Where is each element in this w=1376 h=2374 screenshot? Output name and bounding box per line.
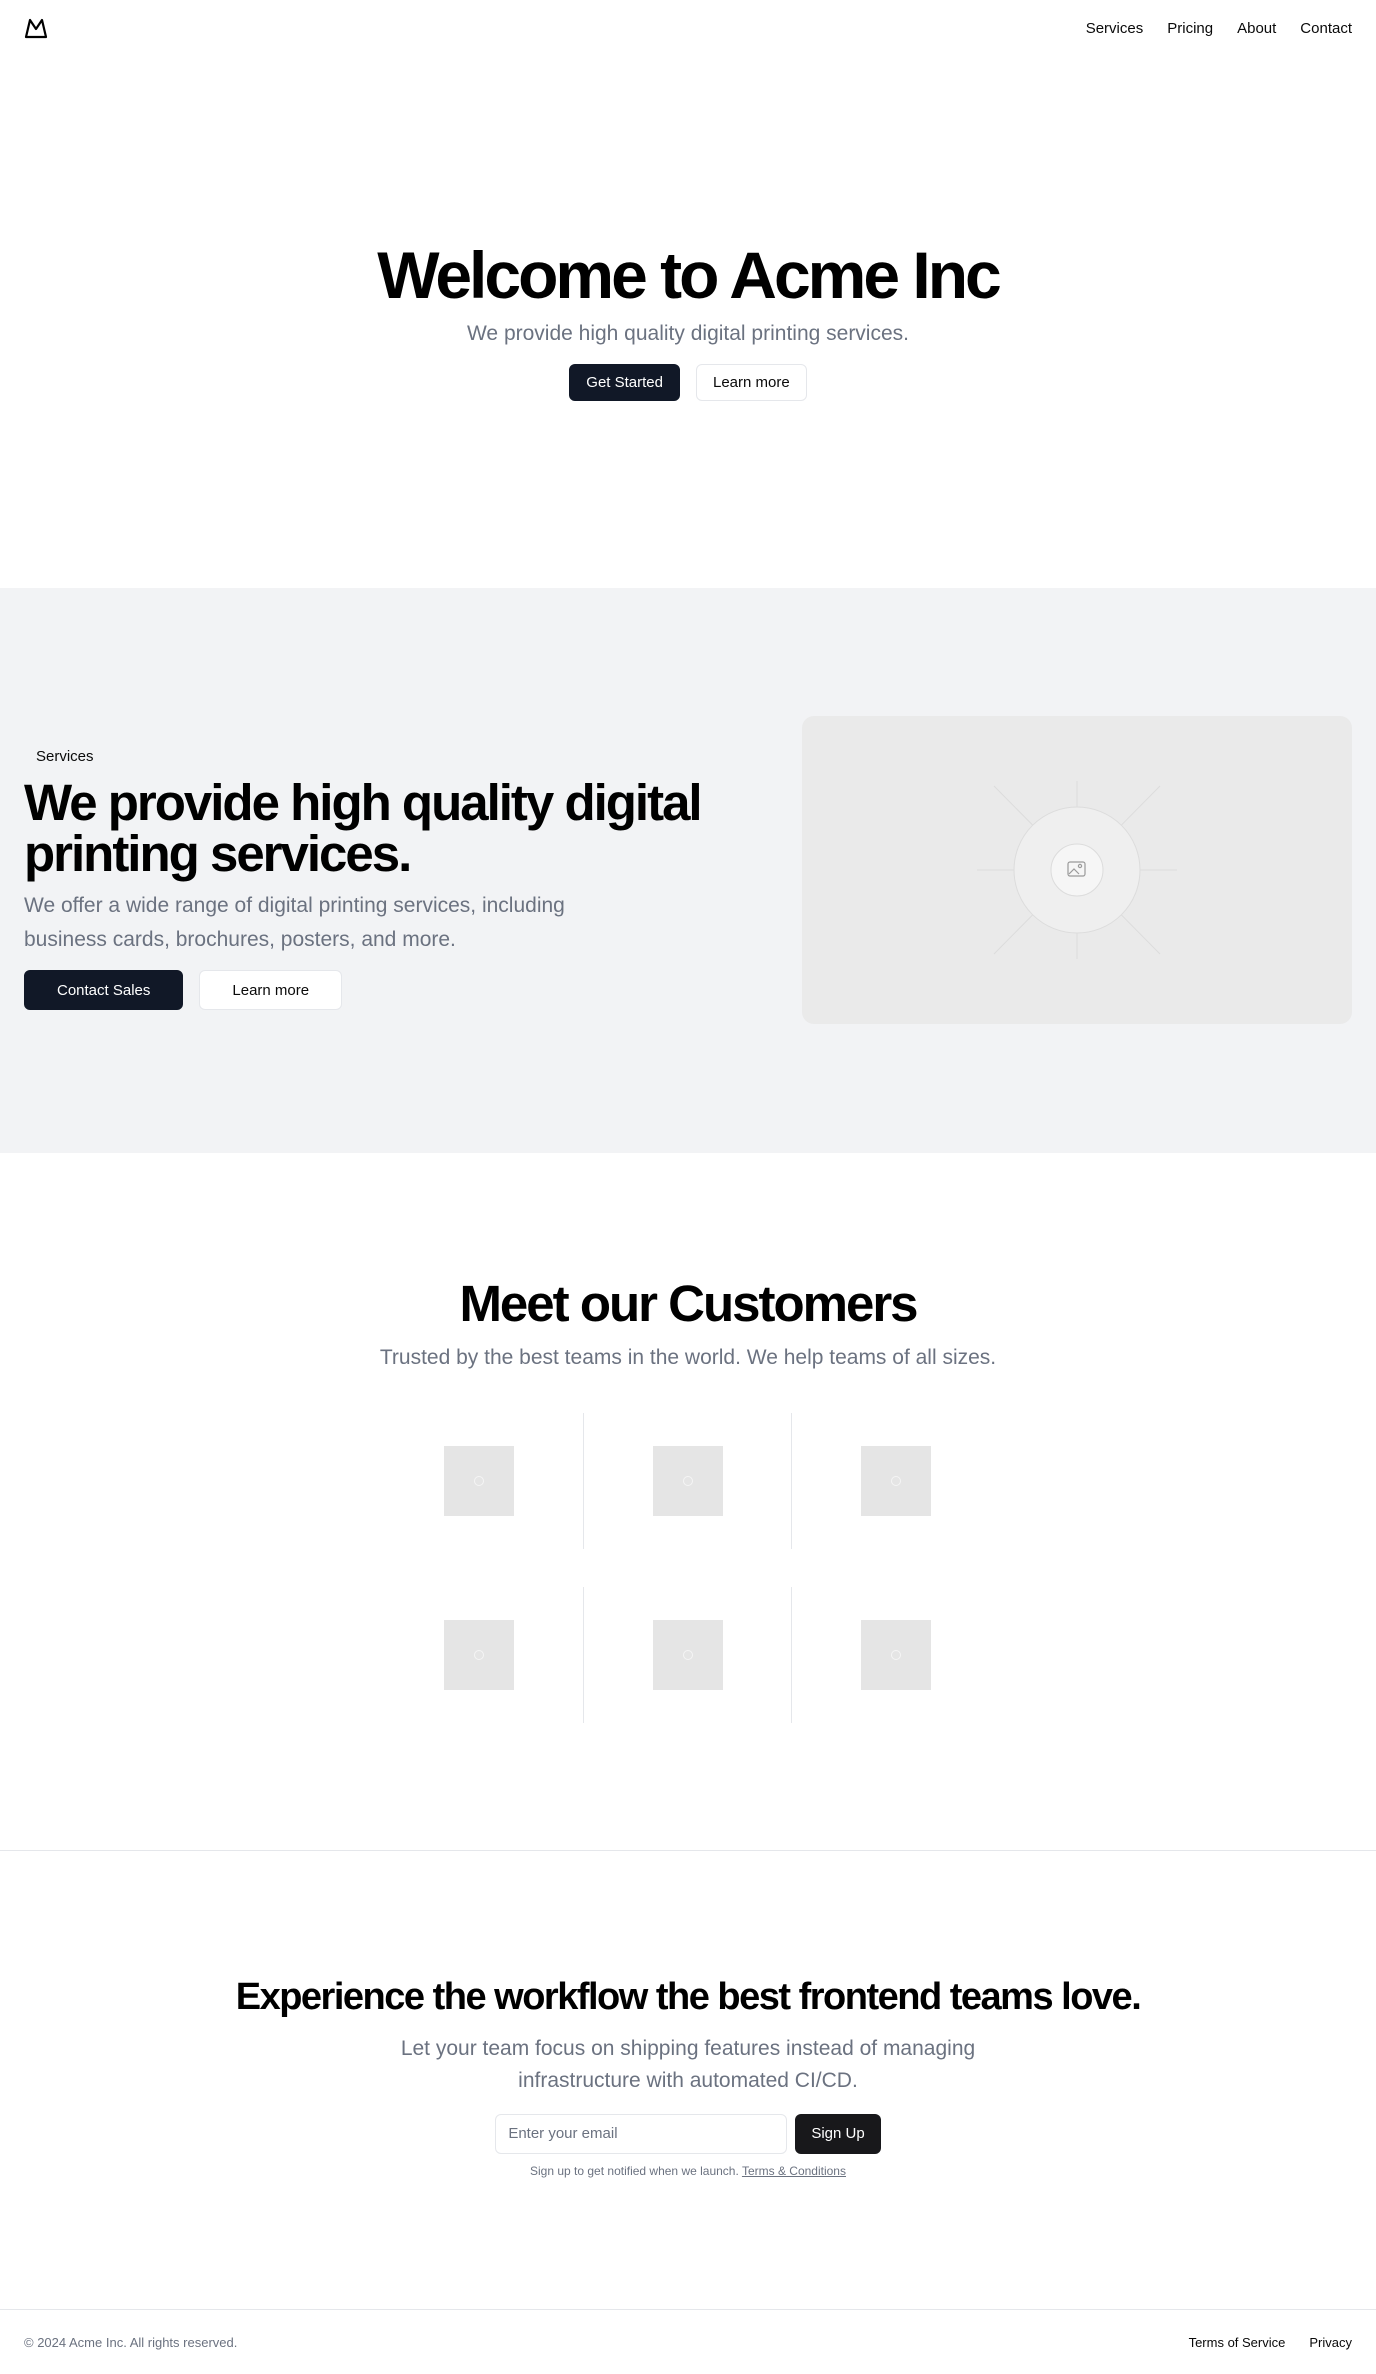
- services-buttons: Contact Sales Learn more: [24, 970, 704, 1011]
- nav-link-about[interactable]: About: [1237, 20, 1276, 37]
- logo-cell: [375, 1587, 583, 1723]
- customers-title: Meet our Customers: [459, 1275, 918, 1332]
- cta-title: Experience the workflow the best fronten…: [235, 1976, 1142, 2018]
- customer-logo: [444, 1620, 514, 1690]
- email-input[interactable]: [495, 2113, 788, 2154]
- cta-subtitle: Let your team focus on shipping features…: [400, 2036, 976, 2093]
- logo-cell: [583, 1587, 791, 1723]
- services-content: Services We provide high quality digital…: [24, 744, 704, 1011]
- contact-sales-button[interactable]: Contact Sales: [24, 970, 184, 1011]
- site-footer: © 2024 Acme Inc. All rights reserved. Te…: [0, 2309, 1376, 2374]
- terms-of-service-link[interactable]: Terms of Service: [1189, 2335, 1286, 2350]
- image-placeholder-icon: [977, 781, 1177, 959]
- terms-conditions-link[interactable]: Terms & Conditions: [742, 2164, 846, 2178]
- site-header: Services Pricing About Contact: [0, 0, 1376, 56]
- customer-logo: [860, 1446, 931, 1516]
- customer-logo: [652, 1620, 723, 1690]
- logo-row: [375, 1413, 1000, 1549]
- logo-cell: [375, 1413, 583, 1549]
- customers-section: Meet our Customers Trusted by the best t…: [0, 1153, 1376, 1850]
- customer-logo: [444, 1446, 514, 1516]
- services-title: We provide high quality digital printing…: [24, 774, 703, 882]
- nav-link-services[interactable]: Services: [1086, 20, 1144, 37]
- signup-fine-print: Sign up to get notified when we launch. …: [530, 2164, 846, 2178]
- services-description: We offer a wide range of digital printin…: [24, 894, 565, 951]
- hero-title: Welcome to Acme Inc: [377, 238, 1002, 312]
- placeholder-icon: [474, 1650, 484, 1660]
- customer-logo-grid: [375, 1413, 1000, 1761]
- signup-form: Sign Up: [495, 2113, 881, 2154]
- hero-section: Welcome to Acme Inc We provide high qual…: [0, 56, 1376, 588]
- mountain-icon[interactable]: [24, 17, 48, 39]
- placeholder-icon: [682, 1476, 693, 1486]
- customers-subtitle: Trusted by the best teams in the world. …: [379, 1346, 997, 1370]
- customer-logo: [860, 1620, 931, 1690]
- customer-logo: [652, 1446, 723, 1516]
- privacy-link[interactable]: Privacy: [1309, 2335, 1352, 2350]
- fine-print-text: Sign up to get notified when we launch.: [530, 2163, 739, 2178]
- copyright-text: © 2024 Acme Inc. All rights reserved.: [24, 2334, 238, 2350]
- logo-cell: [791, 1413, 999, 1549]
- services-learn-more-button[interactable]: Learn more: [199, 970, 343, 1011]
- logo-row: [375, 1587, 1000, 1723]
- learn-more-button[interactable]: Learn more: [696, 364, 807, 401]
- nav-link-pricing[interactable]: Pricing: [1167, 20, 1213, 37]
- nav-link-contact[interactable]: Contact: [1300, 20, 1352, 37]
- logo-cell: [791, 1587, 999, 1723]
- get-started-button[interactable]: Get Started: [569, 364, 680, 401]
- services-image: [802, 716, 1352, 1024]
- footer-links: Terms of Service Privacy: [1189, 2335, 1352, 2350]
- services-badge: Services: [36, 748, 94, 765]
- hero-subtitle: We provide high quality digital printing…: [466, 322, 909, 345]
- placeholder-icon: [890, 1650, 901, 1660]
- services-section: Services We provide high quality digital…: [0, 588, 1376, 1153]
- hero-buttons: Get Started Learn more: [569, 364, 807, 401]
- main-nav: Services Pricing About Contact: [1086, 20, 1352, 37]
- placeholder-icon: [474, 1476, 484, 1486]
- logo-cell: [583, 1413, 791, 1549]
- placeholder-icon: [890, 1476, 901, 1486]
- sign-up-button[interactable]: Sign Up: [795, 2113, 881, 2154]
- placeholder-icon: [682, 1650, 693, 1660]
- signup-section: Experience the workflow the best fronten…: [0, 1851, 1376, 2309]
